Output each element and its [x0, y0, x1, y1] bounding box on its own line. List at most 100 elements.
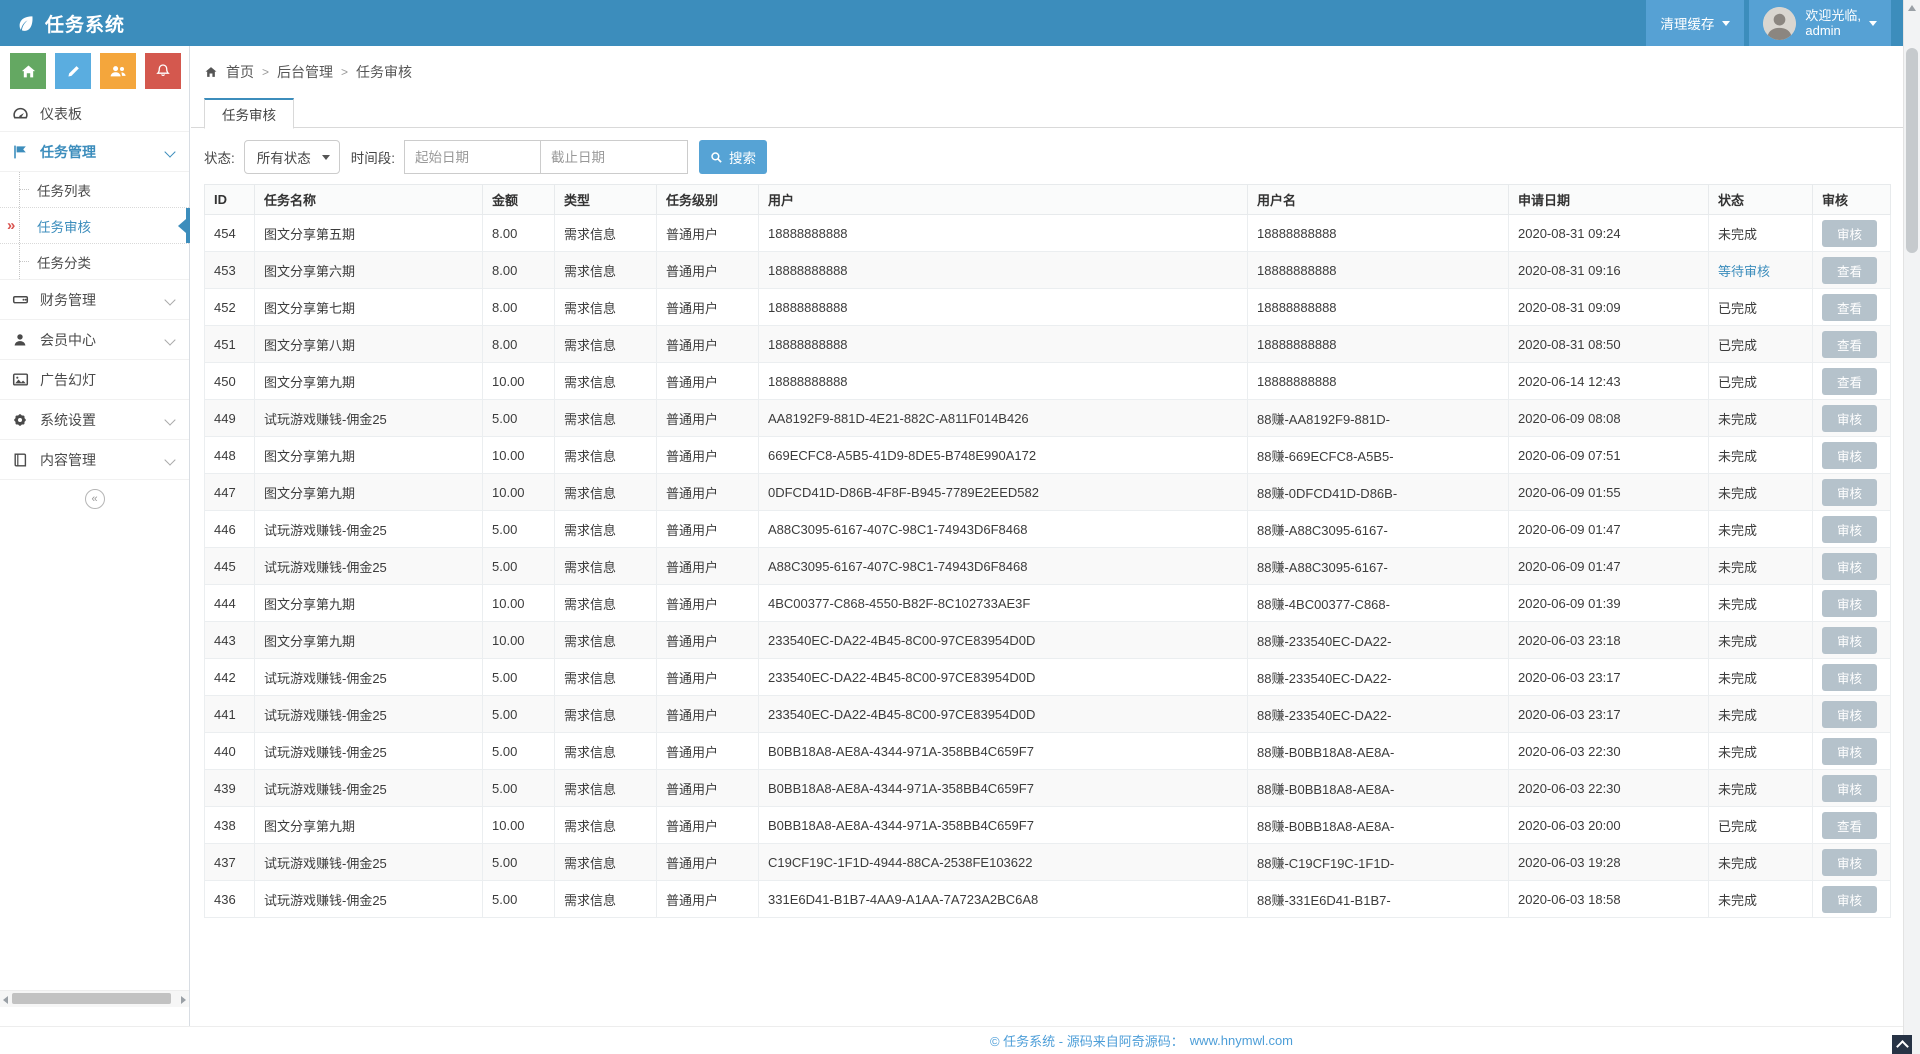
cell-level: 普通用户	[657, 511, 759, 548]
cell-amount: 5.00	[483, 548, 555, 585]
cell-level: 普通用户	[657, 548, 759, 585]
cell-user: 331E6D41-B1B7-4AA9-A1AA-7A723A2BC6A8	[759, 881, 1248, 918]
cell-action: 审核	[1813, 770, 1891, 807]
view-button[interactable]: 查看	[1822, 812, 1877, 839]
footer-copyright: © 任务系统 - 源码来自阿奇源码：	[990, 1031, 1184, 1050]
sidebar-item-content[interactable]: 内容管理	[0, 440, 189, 480]
home-quick-button[interactable]	[10, 53, 46, 89]
review-button[interactable]: 审核	[1822, 442, 1877, 469]
view-button[interactable]: 查看	[1822, 257, 1877, 284]
view-button[interactable]: 查看	[1822, 294, 1877, 321]
table-row: 436试玩游戏赚钱-佣金255.00需求信息普通用户331E6D41-B1B7-…	[205, 881, 1891, 918]
tab-task-review[interactable]: 任务审核	[204, 98, 294, 129]
review-button[interactable]: 审核	[1822, 849, 1877, 876]
cell-username: 88赚-669ECFC8-A5B5-	[1248, 437, 1509, 474]
scroll-up-arrow-icon[interactable]	[1908, 5, 1916, 11]
sidebar-item-finance[interactable]: 财务管理	[0, 280, 189, 320]
horizontal-scrollbar[interactable]	[0, 990, 189, 1007]
filter-bar: 状态: 所有状态 时间段: 搜索	[204, 140, 767, 174]
bell-icon	[155, 63, 171, 79]
users-quick-button[interactable]	[100, 53, 136, 89]
review-button[interactable]: 审核	[1822, 220, 1877, 247]
review-button[interactable]: 审核	[1822, 627, 1877, 654]
cell-username: 88赚-B0BB18A8-AE8A-	[1248, 733, 1509, 770]
end-date-input[interactable]	[540, 140, 688, 174]
cell-user: A88C3095-6167-407C-98C1-74943D6F8468	[759, 548, 1248, 585]
cell-task-name: 图文分享第九期	[255, 437, 483, 474]
cell-status: 等待审核	[1709, 252, 1813, 289]
review-button[interactable]: 审核	[1822, 516, 1877, 543]
breadcrumb-admin[interactable]: 后台管理	[277, 62, 333, 82]
cell-username: 88赚-233540EC-DA22-	[1248, 696, 1509, 733]
sidebar-item-task-management[interactable]: 任务管理	[0, 132, 189, 172]
sidebar-item-settings[interactable]: 系统设置	[0, 400, 189, 440]
scrollbar-thumb[interactable]	[12, 993, 171, 1004]
cell-username: 88赚-331E6D41-B1B7-	[1248, 881, 1509, 918]
review-button[interactable]: 审核	[1822, 553, 1877, 580]
table-row: 452图文分享第七期8.00需求信息普通用户188888888881888888…	[205, 289, 1891, 326]
cell-date: 2020-08-31 08:50	[1509, 326, 1709, 363]
edit-quick-button[interactable]	[55, 53, 91, 89]
cell-user: C19CF19C-1F1D-4944-88CA-2538FE103622	[759, 844, 1248, 881]
table-row: 449试玩游戏赚钱-佣金255.00需求信息普通用户AA8192F9-881D-…	[205, 400, 1891, 437]
footer-site-link[interactable]: www.hnymwl.com	[1190, 1033, 1293, 1048]
review-button[interactable]: 审核	[1822, 664, 1877, 691]
clear-cache-button[interactable]: 清理缓存	[1646, 0, 1744, 46]
cell-type: 需求信息	[555, 511, 657, 548]
status-select[interactable]: 所有状态	[244, 140, 340, 174]
sidebar-item-task-category[interactable]: 任务分类	[0, 244, 189, 279]
cell-status: 已完成	[1709, 807, 1813, 844]
cell-date: 2020-06-09 07:51	[1509, 437, 1709, 474]
review-button[interactable]: 审核	[1822, 701, 1877, 728]
app-logo[interactable]: 任务系统	[0, 0, 190, 46]
col-id: ID	[205, 185, 255, 215]
chevron-up-icon	[1896, 1040, 1909, 1053]
cell-amount: 5.00	[483, 696, 555, 733]
cell-date: 2020-06-03 23:18	[1509, 622, 1709, 659]
chevron-down-icon	[164, 414, 175, 425]
review-button[interactable]: 审核	[1822, 738, 1877, 765]
cell-amount: 10.00	[483, 437, 555, 474]
active-indicator	[178, 219, 186, 233]
sidebar-item-dashboard[interactable]: 仪表板	[0, 96, 189, 132]
back-to-top-button[interactable]	[1892, 1035, 1912, 1054]
cell-task-name: 图文分享第九期	[255, 585, 483, 622]
cell-type: 需求信息	[555, 363, 657, 400]
scroll-right-arrow-icon[interactable]	[181, 996, 186, 1004]
cell-date: 2020-06-03 23:17	[1509, 659, 1709, 696]
cell-action: 审核	[1813, 881, 1891, 918]
view-button[interactable]: 查看	[1822, 368, 1877, 395]
scrollbar-thumb[interactable]	[1906, 48, 1918, 253]
col-type: 类型	[555, 185, 657, 215]
cell-action: 查看	[1813, 363, 1891, 400]
review-button[interactable]: 审核	[1822, 775, 1877, 802]
review-button[interactable]: 审核	[1822, 886, 1877, 913]
cell-level: 普通用户	[657, 326, 759, 363]
cell-action: 审核	[1813, 585, 1891, 622]
table-row: 445试玩游戏赚钱-佣金255.00需求信息普通用户A88C3095-6167-…	[205, 548, 1891, 585]
sidebar-item-task-list[interactable]: 任务列表	[0, 172, 189, 208]
cell-task-name: 图文分享第九期	[255, 622, 483, 659]
cell-level: 普通用户	[657, 844, 759, 881]
search-button[interactable]: 搜索	[699, 140, 767, 174]
sidebar-collapse-button[interactable]: «	[85, 489, 105, 509]
book-icon	[12, 452, 40, 468]
sidebar-item-task-review[interactable]: » 任务审核	[0, 208, 189, 244]
cell-task-name: 图文分享第八期	[255, 326, 483, 363]
cell-id: 441	[205, 696, 255, 733]
review-button[interactable]: 审核	[1822, 590, 1877, 617]
user-menu[interactable]: 欢迎光临, admin	[1749, 0, 1891, 46]
breadcrumb-home[interactable]: 首页	[226, 62, 254, 82]
cell-user: A88C3095-6167-407C-98C1-74943D6F8468	[759, 511, 1248, 548]
sidebar-item-members[interactable]: 会员中心	[0, 320, 189, 360]
vertical-scrollbar[interactable]	[1903, 0, 1920, 1054]
cell-id: 453	[205, 252, 255, 289]
cell-amount: 5.00	[483, 511, 555, 548]
review-button[interactable]: 审核	[1822, 405, 1877, 432]
scroll-left-arrow-icon[interactable]	[3, 996, 8, 1004]
view-button[interactable]: 查看	[1822, 331, 1877, 358]
start-date-input[interactable]	[404, 140, 541, 174]
review-button[interactable]: 审核	[1822, 479, 1877, 506]
sidebar-item-ad-slides[interactable]: 广告幻灯	[0, 360, 189, 400]
notifications-quick-button[interactable]	[145, 53, 181, 89]
